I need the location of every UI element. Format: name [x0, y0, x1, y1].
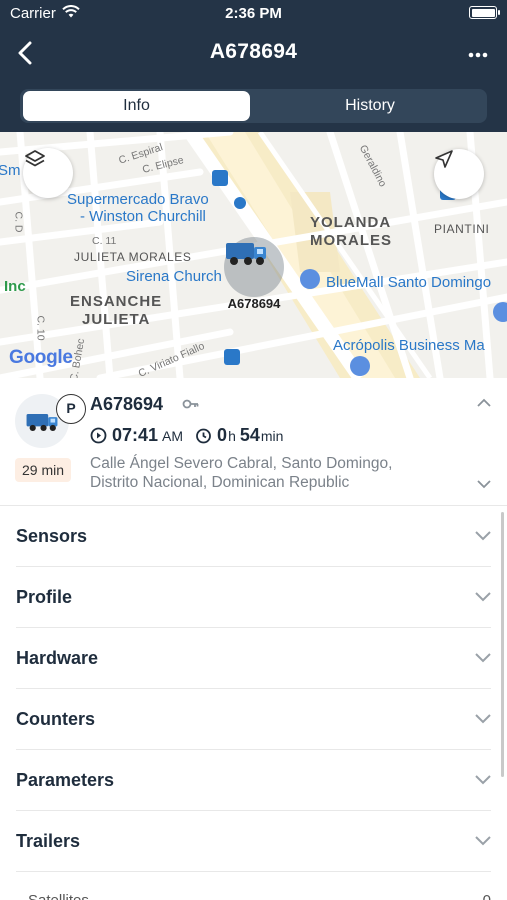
key-icon [182, 397, 200, 415]
status-bar: Carrier 2:36 PM [0, 0, 507, 28]
section-profile[interactable]: Profile [16, 567, 491, 628]
duration-badge: 29 min [15, 458, 71, 482]
map-label-winston: - Winston Churchill [80, 208, 206, 225]
section-label: Profile [16, 587, 73, 607]
elapsed-minutes-unit: min [260, 428, 284, 444]
map-layers-button[interactable] [23, 148, 73, 198]
timer-icon [195, 427, 213, 445]
chevron-down-icon [475, 528, 491, 546]
section-label: Hardware [16, 648, 99, 668]
section-sensors[interactable]: Sensors [16, 506, 491, 567]
map-label-c10: C. 10 [34, 315, 47, 341]
section-label: Sensors [16, 526, 88, 546]
last-time-unit: AM [162, 428, 184, 444]
map-label-piantini: PIANTINI [434, 222, 490, 236]
locate-icon [435, 150, 453, 168]
vehicle-address: Calle Ángel Severo Cabral, Santo Domingo… [90, 455, 393, 491]
map-label-supermercado: Supermercado Bravo [67, 191, 209, 208]
google-logo: Google [9, 347, 73, 368]
map-label-julieta-morales: JULIETA MORALES [74, 250, 192, 264]
section-trailers[interactable]: Trailers [16, 811, 491, 872]
map-label-bluemall: BlueMall Santo Domingo [326, 274, 492, 291]
chevron-up-icon[interactable] [477, 394, 491, 412]
elapsed-hours-unit: h [228, 428, 236, 444]
map-label-yolanda: YOLANDA [310, 214, 392, 231]
map-label-sm: Sm [0, 162, 21, 179]
partial-row-label: Satellites [28, 892, 89, 900]
map-locate-button[interactable] [434, 149, 484, 199]
section-label: Counters [16, 709, 96, 729]
map-label-acropolis: Acrópolis Business Ma [333, 337, 485, 354]
chevron-down-icon [475, 650, 491, 668]
map-label-cd: C. D [12, 211, 25, 233]
map-label-julieta: JULIETA [82, 311, 151, 328]
section-hardware[interactable]: Hardware [16, 628, 491, 689]
time-row: 07:41 AM 0h 54 min [90, 424, 283, 446]
more-icon [468, 52, 488, 58]
truck-icon [226, 243, 266, 265]
vehicle-marker[interactable] [224, 237, 284, 297]
app-header: Carrier 2:36 PM A678694 Info History [0, 0, 507, 132]
vehicle-name: A678694 [90, 394, 164, 414]
map-label-c11: C. 11 [92, 235, 117, 247]
section-parameters[interactable]: Parameters [16, 750, 491, 811]
status-time: 2:36 PM [225, 5, 282, 22]
vehicle-marker-label: A678694 [227, 296, 281, 311]
more-button[interactable] [463, 38, 493, 68]
section-counters[interactable]: Counters [16, 689, 491, 750]
vehicle-summary: P 29 min A678694 07:41 AM 0h 54 min Calle… [0, 378, 507, 506]
section-label: Parameters [16, 770, 115, 790]
elapsed-hours: 0 [217, 425, 228, 445]
partial-row-value: 0 [483, 892, 491, 900]
tab-info[interactable]: Info [23, 91, 250, 121]
chevron-down-icon[interactable] [477, 476, 491, 494]
map-label-ensanche: ENSANCHE [70, 293, 163, 310]
last-time: 07:41 [112, 425, 159, 445]
layers-icon [25, 150, 45, 167]
nav-bar: A678694 [0, 30, 507, 76]
map-label-inc: Inc [4, 278, 26, 295]
map-view[interactable]: C. Espiral C. Elipse Sm Supermercado Bra… [0, 132, 507, 378]
scrollbar[interactable] [501, 512, 504, 777]
map-label-sirena: Sirena Church [126, 268, 222, 285]
parking-badge: P [56, 394, 86, 424]
page-title: A678694 [209, 40, 298, 63]
chevron-down-icon [475, 833, 491, 851]
chevron-down-icon [475, 711, 491, 729]
section-label: Trailers [16, 831, 81, 851]
clock-icon [90, 427, 108, 445]
segmented-control: Info History [20, 89, 487, 123]
elapsed-minutes: 54 [239, 425, 260, 445]
tab-history[interactable]: History [256, 91, 484, 121]
map-label-morales: MORALES [310, 232, 392, 249]
chevron-down-icon [475, 589, 491, 607]
chevron-down-icon [475, 772, 491, 790]
battery-icon [469, 6, 500, 19]
truck-icon [26, 414, 58, 432]
info-sections: Sensors Profile Hardware Counters Parame… [0, 506, 507, 872]
